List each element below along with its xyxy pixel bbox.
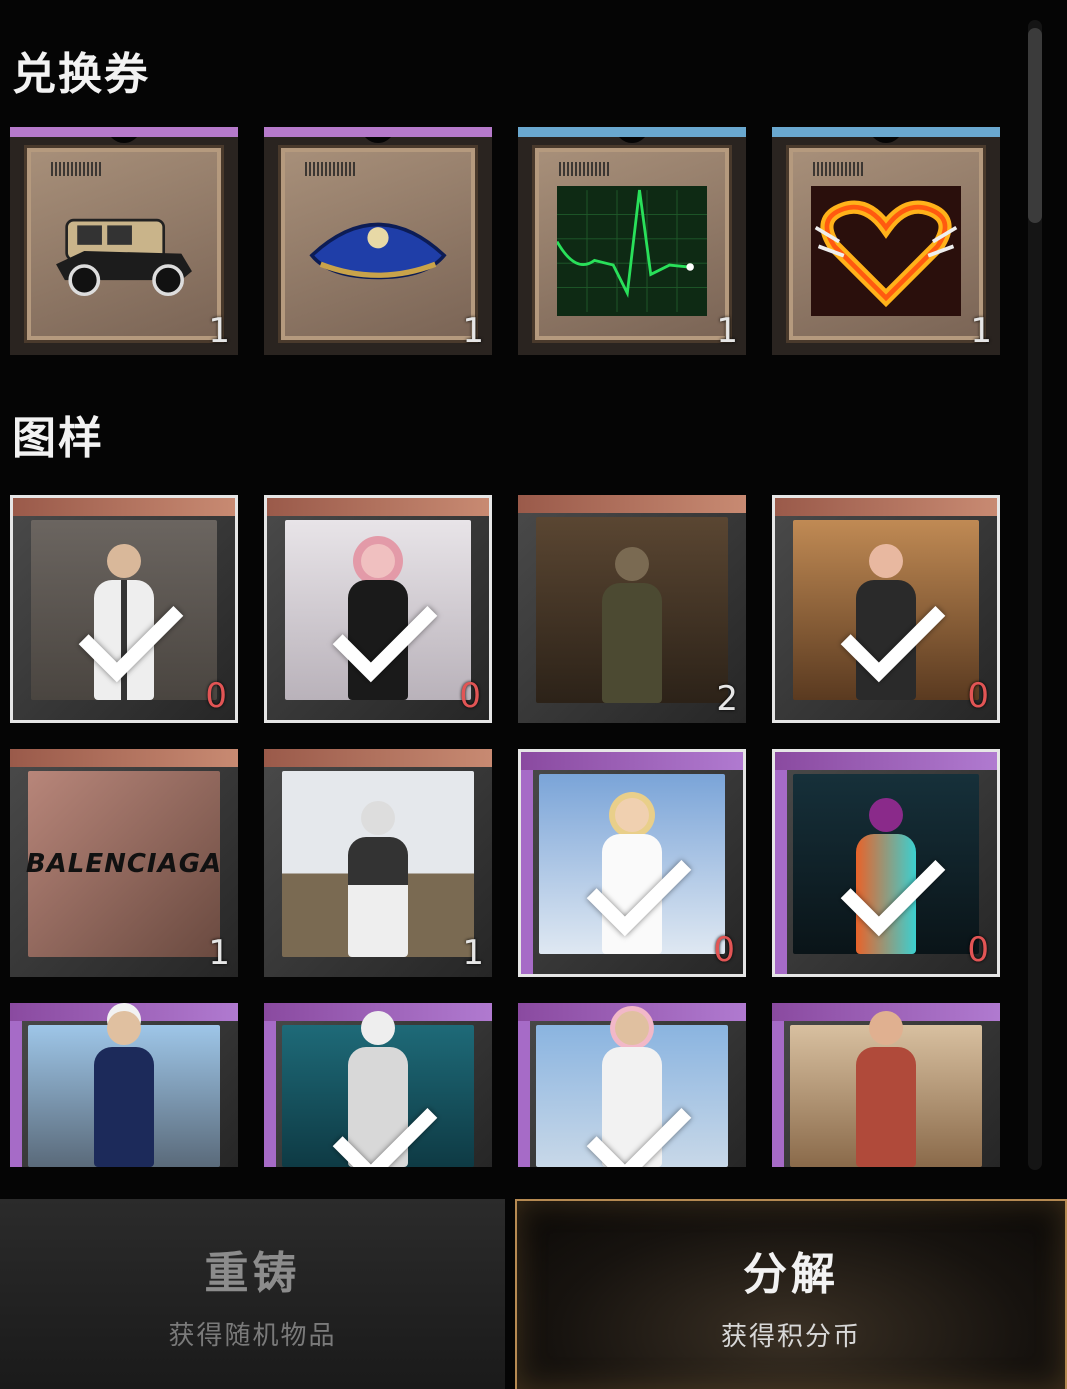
item-count: 0 — [205, 676, 227, 716]
parachute-icon — [303, 186, 453, 316]
pattern-card[interactable]: 1 — [264, 749, 492, 977]
item-count: 0 — [713, 930, 735, 970]
ticket-notch — [869, 137, 903, 143]
rarity-band — [518, 495, 746, 513]
decompose-button[interactable]: 分解 获得积分币 — [515, 1199, 1067, 1389]
ticket-notch — [107, 137, 141, 143]
ticket-card[interactable]: 1 — [10, 127, 238, 355]
rarity-band — [775, 752, 997, 770]
rarity-side — [10, 1003, 22, 1167]
ticket-notch — [615, 137, 649, 143]
pattern-card[interactable]: 0 — [10, 495, 238, 723]
item-count: 0 — [459, 676, 481, 716]
section-title-patterns: 图样 — [12, 413, 104, 464]
item-count: 1 — [716, 311, 738, 351]
pattern-card[interactable]: 0 — [772, 749, 1000, 977]
item-count: 1 — [208, 311, 230, 351]
rarity-side — [521, 752, 533, 974]
decompose-button-title: 分解 — [743, 1248, 839, 1300]
pattern-card[interactable] — [772, 1003, 1000, 1167]
ticket-frame — [532, 145, 732, 343]
item-count: 2 — [716, 679, 738, 719]
pattern-card[interactable] — [518, 1003, 746, 1167]
recast-button-title: 重铸 — [204, 1247, 301, 1299]
barcode-icon — [305, 162, 357, 176]
decompose-button-subtitle: 获得积分币 — [720, 1321, 861, 1352]
scroll-thumb[interactable] — [1028, 28, 1042, 223]
graffiti-text: BALENCIAGA — [25, 849, 223, 879]
flaming-heart-icon — [811, 186, 961, 316]
outfit-winter-helmet-icon — [282, 771, 474, 957]
recast-button-subtitle: 获得随机物品 — [168, 1320, 337, 1351]
item-count: 0 — [967, 930, 989, 970]
rarity-band — [10, 749, 238, 767]
heartbeat-monitor-icon — [557, 186, 707, 316]
pattern-card[interactable]: 0 — [772, 495, 1000, 723]
barcode-icon — [51, 162, 103, 176]
vintage-car-icon — [49, 186, 199, 316]
pattern-card[interactable]: BALENCIAGA 1 — [10, 749, 238, 977]
rarity-band — [775, 498, 997, 516]
ticket-frame — [786, 145, 986, 343]
pattern-card[interactable] — [264, 1003, 492, 1167]
recast-button[interactable]: 重铸 获得随机物品 — [0, 1199, 505, 1389]
rarity-side — [772, 1003, 784, 1167]
section-title-tickets: 兑换券 — [12, 49, 150, 100]
item-count: 1 — [970, 311, 992, 351]
rarity-side — [775, 752, 787, 974]
pattern-card[interactable]: 2 — [518, 495, 746, 723]
rarity-band — [267, 498, 489, 516]
item-count: 0 — [967, 676, 989, 716]
ticket-notch — [361, 137, 395, 143]
barcode-icon — [813, 162, 865, 176]
balenciaga-graffiti-icon: BALENCIAGA — [25, 771, 223, 957]
pattern-card[interactable]: 0 — [518, 749, 746, 977]
rarity-side — [518, 1003, 530, 1167]
rarity-band — [13, 498, 235, 516]
outfit-red-jacket-woman-icon — [790, 1011, 982, 1167]
item-count: 1 — [462, 933, 484, 973]
ticket-frame — [278, 145, 478, 343]
scrollbar[interactable] — [1028, 20, 1042, 1170]
ticket-frame — [24, 145, 224, 343]
item-count: 1 — [462, 311, 484, 351]
outfit-masked-soldier-icon — [536, 517, 728, 703]
action-bar: 重铸 获得随机物品 分解 获得积分币 — [0, 1185, 1067, 1389]
rarity-band — [264, 749, 492, 767]
rarity-band — [521, 752, 743, 770]
barcode-icon — [559, 162, 611, 176]
ticket-card[interactable]: 1 — [264, 127, 492, 355]
pattern-card[interactable]: 0 — [264, 495, 492, 723]
rarity-side — [264, 1003, 276, 1167]
item-count: 1 — [208, 933, 230, 973]
outfit-naval-uniform-icon — [28, 1011, 220, 1167]
ticket-card[interactable]: 1 — [772, 127, 1000, 355]
pattern-card[interactable] — [10, 1003, 238, 1167]
ticket-card[interactable]: 1 — [518, 127, 746, 355]
